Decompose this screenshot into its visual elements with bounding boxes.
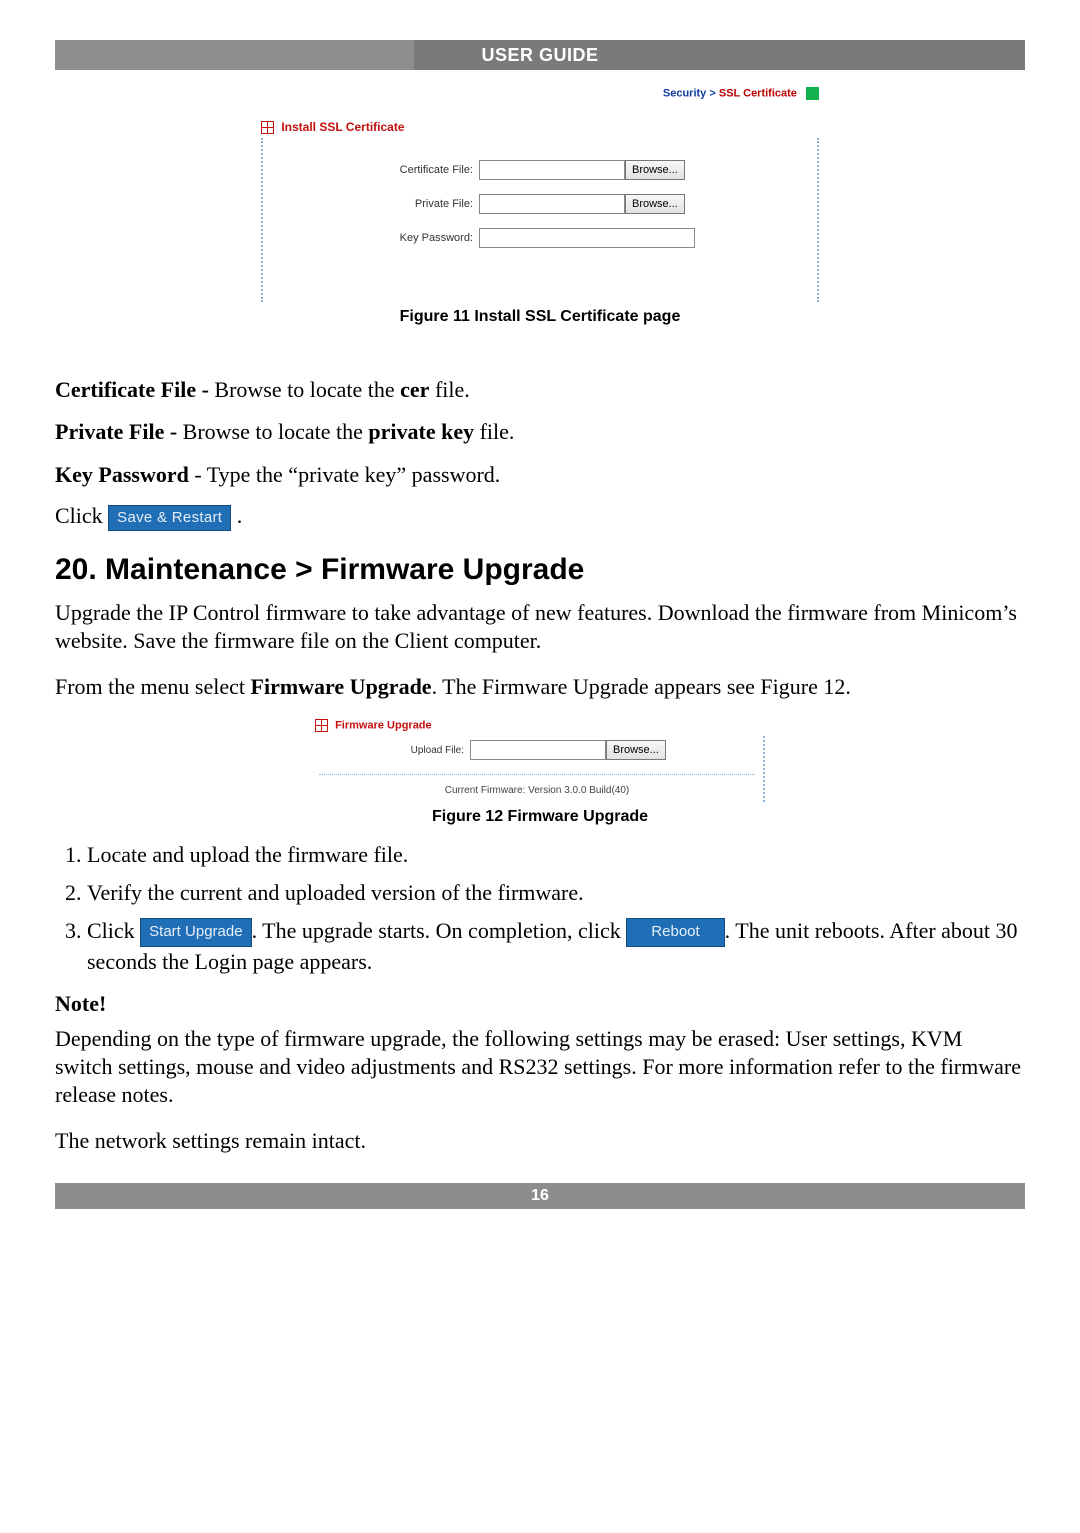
definition-key-password: Key Password - Type the “private key” pa… [55,461,1025,489]
key-password-input[interactable] [479,228,695,248]
breadcrumb-leaf: SSL Certificate [719,87,797,99]
grid-icon [261,121,274,134]
private-file-input[interactable] [479,194,625,214]
definition-private-file: Private File - Browse to locate the priv… [55,418,1025,446]
note-heading: Note! [55,991,1025,1017]
certificate-file-input[interactable] [479,160,625,180]
step-3: Click Start Upgrade. The upgrade starts.… [87,916,1025,977]
private-file-browse-button[interactable]: Browse... [625,194,685,214]
click-save-restart-line: Click Save & Restart . [55,503,1025,531]
grid-icon [315,719,328,732]
section-intro-para-1: Upgrade the IP Control firmware to take … [55,599,1025,655]
save-restart-button[interactable]: Save & Restart [108,505,231,531]
page-number: 16 [531,1187,549,1204]
ssl-form-frame: Certificate File: Browse... Private File… [261,138,819,302]
page-footer-bar: 16 [55,1183,1025,1209]
ssl-panel-title: Install SSL Certificate [261,120,819,134]
step-2: Verify the current and uploaded version … [87,878,1025,908]
section-intro-para-2: From the menu select Firmware Upgrade. T… [55,673,1025,701]
breadcrumb: Security > SSL Certificate [261,81,819,114]
private-file-label: Private File: [293,198,479,210]
certificate-file-label: Certificate File: [293,164,479,176]
divider [319,774,755,777]
figure-12-caption: Figure 12 Firmware Upgrade [55,808,1025,826]
note-body: Depending on the type of firmware upgrad… [55,1025,1025,1109]
figure-11-caption: Figure 11 Install SSL Certificate page [55,308,1025,326]
ssl-panel-title-text: Install SSL Certificate [281,120,404,134]
ssl-certificate-screenshot: Security > SSL Certificate Install SSL C… [261,80,819,302]
key-password-row: Key Password: [293,228,787,248]
certificate-file-browse-button[interactable]: Browse... [625,160,685,180]
firmware-panel-title: Firmware Upgrade [315,719,765,732]
upload-file-input[interactable] [470,740,606,760]
current-firmware-version: Current Firmware: Version 3.0.0 Build(40… [319,783,755,798]
private-file-row: Private File: Browse... [293,194,787,214]
section-heading: 20. Maintenance > Firmware Upgrade [55,553,1025,587]
upload-file-browse-button[interactable]: Browse... [606,740,666,760]
upload-file-row: Upload File: Browse... [319,740,755,760]
start-upgrade-button[interactable]: Start Upgrade [140,918,251,947]
upgrade-steps-list: Locate and upload the firmware file. Ver… [59,840,1025,977]
reboot-button[interactable]: Reboot [626,918,724,947]
certificate-file-row: Certificate File: Browse... [293,160,787,180]
key-password-label: Key Password: [293,232,479,244]
page-header-title: USER GUIDE [481,45,598,65]
page-header-bar: USER GUIDE [55,40,1025,70]
step-1: Locate and upload the firmware file. [87,840,1025,870]
definition-certificate-file: Certificate File - Browse to locate the … [55,376,1025,404]
breadcrumb-separator: > [709,87,715,99]
status-badge-icon [806,87,819,100]
firmware-upgrade-screenshot: Firmware Upgrade Upload File: Browse... … [315,719,765,802]
breadcrumb-parent: Security [663,87,706,99]
note-tail: The network settings remain intact. [55,1127,1025,1155]
upload-file-label: Upload File: [319,745,470,756]
